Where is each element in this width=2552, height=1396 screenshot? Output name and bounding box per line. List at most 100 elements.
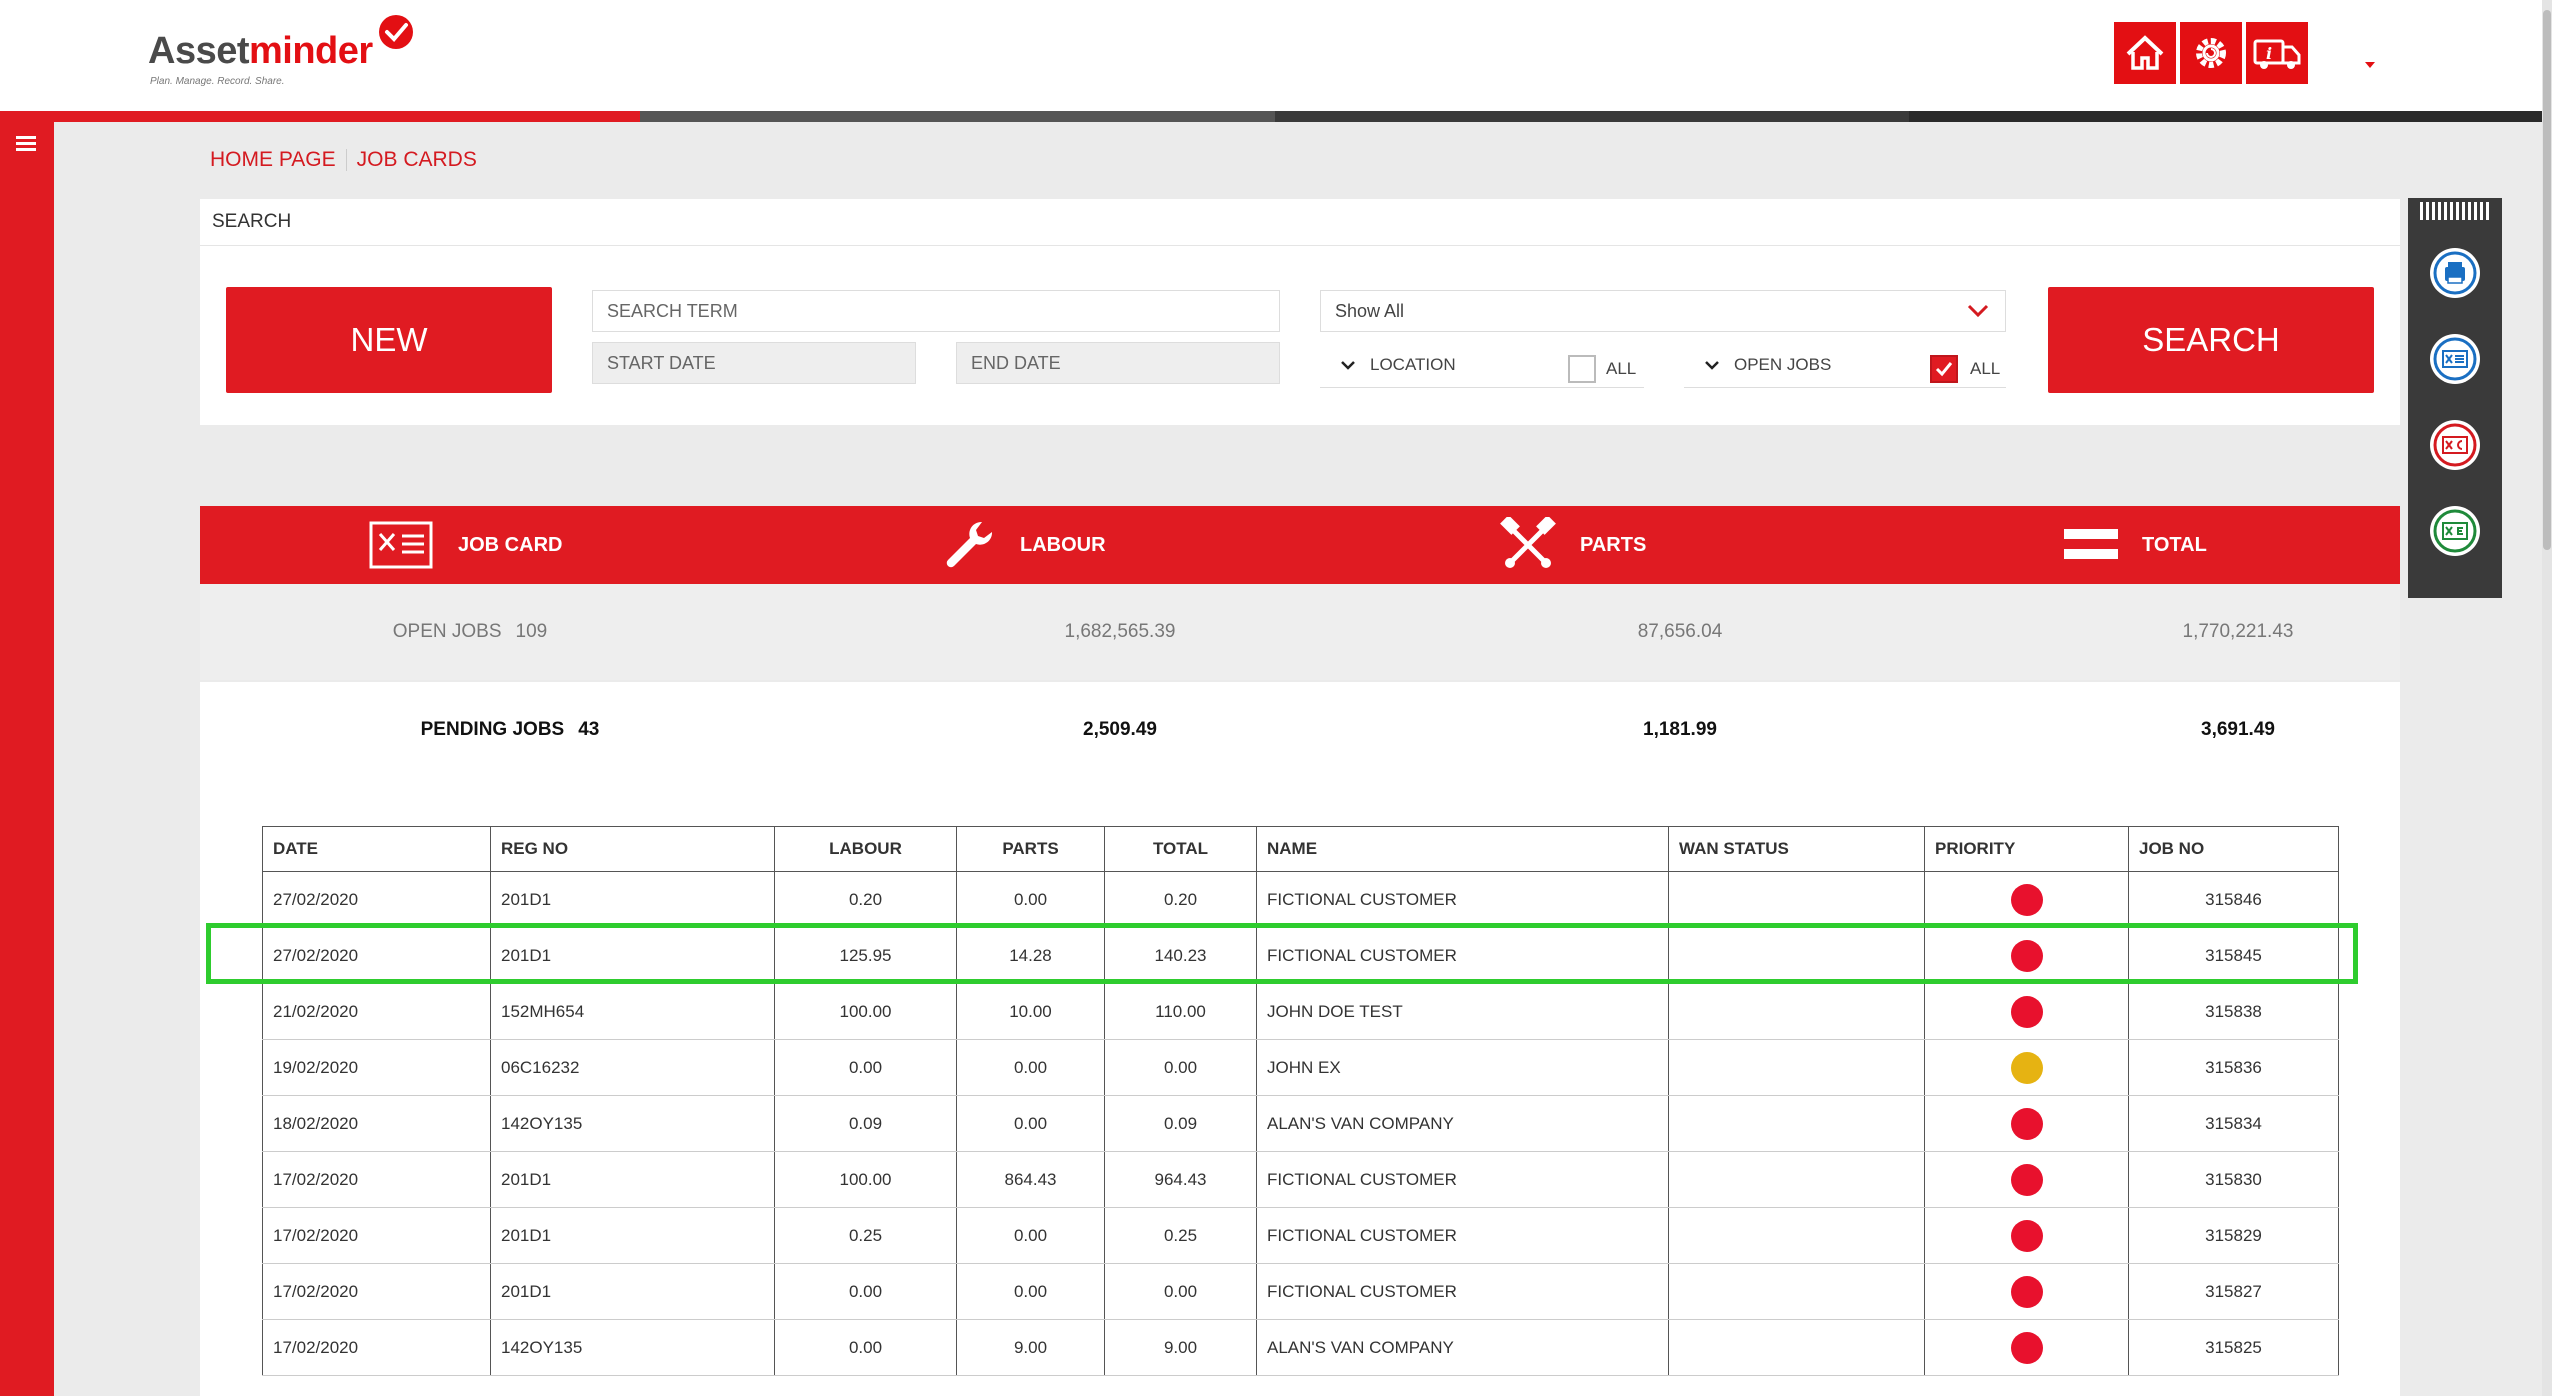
- summary-job-card-label: JOB CARD: [458, 533, 563, 556]
- summary-parts-label: PARTS: [1580, 533, 1647, 556]
- user-menu-caret[interactable]: [2365, 62, 2375, 68]
- summary-col-labour: LABOUR: [942, 506, 1106, 584]
- table-row[interactable]: 27/02/2020 201D1 125.95 14.28 140.23 FICTIONA…: [262, 927, 2339, 984]
- pistons-icon: [1500, 517, 1556, 568]
- truck-info-icon: i: [2253, 39, 2301, 69]
- breadcrumb-current[interactable]: JOB CARDS: [357, 148, 477, 172]
- cell-wan: [1668, 1207, 1925, 1264]
- excel-export-button[interactable]: [2430, 506, 2480, 556]
- cell-priority: [1924, 1263, 2129, 1320]
- open-jobs-labour: 1,682,565.39: [1064, 621, 1176, 642]
- summary-total-label: TOTAL: [2142, 533, 2207, 556]
- priority-dot: [2010, 1219, 2043, 1252]
- pdf-export-icon: [2433, 423, 2477, 467]
- end-date-input[interactable]: END DATE: [956, 342, 1280, 384]
- col-priority[interactable]: PRIORITY: [1924, 826, 2129, 872]
- open-jobs-label: OPEN JOBS: [392, 621, 502, 642]
- cell-date: 19/02/2020: [262, 1039, 491, 1096]
- search-term-input[interactable]: SEARCH TERM: [592, 290, 1280, 332]
- table-row[interactable]: 21/02/2020 152MH654 100.00 10.00 110.00 JOHN …: [262, 983, 2339, 1040]
- cell-parts: 0.00: [956, 1039, 1105, 1096]
- start-date-input[interactable]: START DATE: [592, 342, 916, 384]
- new-job-button[interactable]: NEW: [226, 287, 552, 393]
- search-panel: SEARCH NEW SEARCH TERM START DATE END DA…: [200, 199, 2400, 425]
- search-button[interactable]: SEARCH: [2048, 287, 2374, 393]
- gear-refresh-icon: [2196, 38, 2226, 68]
- cell-name: FICTIONAL CUSTOMER: [1256, 927, 1669, 984]
- table-row[interactable]: 18/02/2020 142OY135 0.09 0.00 0.09 ALAN'S VAN…: [262, 1095, 2339, 1152]
- col-wan-status[interactable]: WAN STATUS: [1668, 826, 1925, 872]
- tool-panel-grip[interactable]: [2420, 202, 2490, 220]
- pending-jobs-labour: 2,509.49: [1083, 719, 1157, 740]
- table-row[interactable]: 17/02/2020 201D1 0.00 0.00 0.00 FICTIONAL CUS…: [262, 1263, 2339, 1320]
- logo-tagline: Plan. Manage. Record. Share.: [150, 76, 285, 87]
- cell-wan: [1668, 983, 1925, 1040]
- summary-pending-jobs-row[interactable]: PENDING JOBS 43 2,509.49 1,181.99 3,691.…: [200, 682, 2400, 778]
- col-reg-no[interactable]: REG NO: [490, 826, 775, 872]
- pending-jobs-count: 43: [578, 719, 600, 740]
- breadcrumb-home-link[interactable]: HOME PAGE: [210, 148, 336, 172]
- cell-parts: 0.00: [956, 1207, 1105, 1264]
- cell-labour: 0.09: [774, 1095, 957, 1152]
- print-icon: [2433, 251, 2477, 295]
- summary-open-jobs-row[interactable]: OPEN JOBS 109 1,682,565.39 87,656.04 1,7…: [200, 584, 2400, 680]
- cell-wan: [1668, 927, 1925, 984]
- table-row[interactable]: 27/02/2020 201D1 0.20 0.00 0.20 FICTIONAL CUS…: [262, 871, 2339, 928]
- logo-name-part1: Asset: [148, 30, 250, 72]
- summary-header: JOB CARD LABOUR PARTS TOTAL: [200, 506, 2400, 584]
- col-total[interactable]: TOTAL: [1104, 826, 1257, 872]
- cell-total: 140.23: [1104, 927, 1257, 984]
- cell-job: 315825: [2128, 1319, 2339, 1376]
- page-scrollbar-thumb[interactable]: [2543, 10, 2551, 550]
- status-filter-select[interactable]: Show All: [1320, 290, 2006, 332]
- job-card-export-button[interactable]: [2430, 334, 2480, 384]
- cell-labour: 100.00: [774, 983, 957, 1040]
- hamburger-menu-icon[interactable]: [16, 136, 36, 152]
- print-button[interactable]: [2430, 248, 2480, 298]
- location-all-checkbox[interactable]: [1568, 355, 1596, 383]
- col-labour[interactable]: LABOUR: [774, 826, 957, 872]
- svg-text:i: i: [2266, 44, 2272, 63]
- priority-dot: [2010, 1275, 2043, 1308]
- cell-priority: [1924, 871, 2129, 928]
- pdf-export-button[interactable]: [2430, 420, 2480, 470]
- open-jobs-count: 109: [515, 621, 548, 642]
- wrench-icon: [946, 521, 993, 568]
- job-card-icon: [369, 521, 433, 569]
- table-row[interactable]: 19/02/2020 06C16232 0.00 0.00 0.00 JOHN EX 315…: [262, 1039, 2339, 1096]
- excel-export-icon: [2433, 509, 2477, 553]
- assetminder-logo[interactable]: Assetminder Plan. Manage. Record. Share.: [148, 12, 428, 92]
- open-jobs-all-checkbox[interactable]: [1930, 355, 1958, 383]
- chevron-down-icon: [1341, 360, 1355, 370]
- col-name[interactable]: NAME: [1256, 826, 1669, 872]
- cell-labour: 0.00: [774, 1039, 957, 1096]
- table-row[interactable]: 17/02/2020 201D1 0.25 0.00 0.25 FICTIONAL CUS…: [262, 1207, 2339, 1264]
- cell-reg: 201D1: [490, 927, 775, 984]
- vehicle-info-button[interactable]: i: [2246, 22, 2308, 84]
- cell-wan: [1668, 1095, 1925, 1152]
- cell-date: 18/02/2020: [262, 1095, 491, 1152]
- open-jobs-parts: 87,656.04: [1637, 621, 1723, 642]
- table-row[interactable]: 17/02/2020 201D1 100.00 864.43 964.43 FICTION…: [262, 1151, 2339, 1208]
- col-parts[interactable]: PARTS: [956, 826, 1105, 872]
- cell-job: 315827: [2128, 1263, 2339, 1320]
- cell-wan: [1668, 1319, 1925, 1376]
- cell-wan: [1668, 1151, 1925, 1208]
- col-job-no[interactable]: JOB NO: [2128, 826, 2339, 872]
- cell-reg: 201D1: [490, 1263, 775, 1320]
- cell-job: 315845: [2128, 927, 2339, 984]
- right-tool-panel: [2408, 198, 2502, 598]
- settings-button[interactable]: [2180, 22, 2242, 84]
- pending-jobs-label: PENDING JOBS: [420, 719, 565, 740]
- search-panel-title: SEARCH: [212, 211, 292, 232]
- cell-parts: 9.00: [956, 1319, 1105, 1376]
- cell-date: 17/02/2020: [262, 1319, 491, 1376]
- home-button[interactable]: [2114, 22, 2176, 84]
- col-date[interactable]: DATE: [262, 826, 491, 872]
- chevron-down-icon: [1705, 360, 1719, 370]
- open-jobs-cell: OPEN JOBS 109: [350, 584, 590, 680]
- cell-parts: 0.00: [956, 871, 1105, 928]
- table-row[interactable]: 17/02/2020 142OY135 0.00 9.00 9.00 ALAN'S VAN…: [262, 1319, 2339, 1376]
- priority-dot: [2010, 1051, 2043, 1084]
- summary-col-job-card: JOB CARD: [368, 506, 562, 584]
